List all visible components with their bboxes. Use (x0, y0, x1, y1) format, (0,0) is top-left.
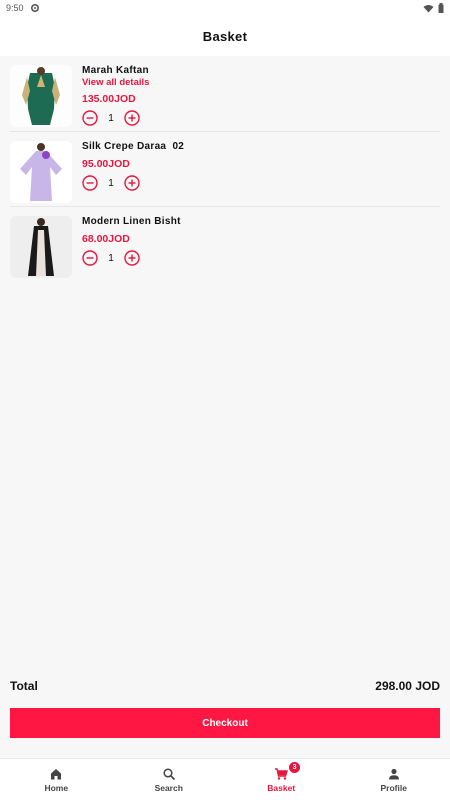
status-time: 9:50 (6, 3, 24, 13)
total-value: 298.00 JOD (375, 679, 440, 693)
item-name: Silk Crepe Daraa 02 (82, 141, 185, 152)
minus-circle-icon[interactable] (82, 250, 98, 266)
nav-home-label: Home (44, 782, 69, 793)
quantity-stepper: 1 (82, 175, 440, 191)
settings-icon (30, 3, 39, 13)
search-icon (163, 767, 175, 780)
cart-icon (275, 767, 289, 780)
wifi-icon (423, 4, 434, 12)
item-name: Marah Kaftan (82, 65, 149, 76)
product-image[interactable] (10, 141, 72, 203)
plus-circle-icon[interactable] (124, 175, 140, 191)
total-row: Total 298.00 JOD (10, 678, 440, 694)
basket-item: Marah Kaftan View all details 135.00JOD … (10, 56, 440, 132)
view-details-link[interactable]: View all details (82, 77, 440, 89)
basket-item: Modern Linen Bisht 68.00JOD 1 (10, 207, 440, 283)
item-price: 68.00JOD (82, 233, 130, 245)
item-info: Silk Crepe Daraa 02 95.00JOD 1 (82, 141, 440, 191)
plus-circle-icon[interactable] (124, 110, 140, 126)
quantity-value: 1 (108, 252, 114, 264)
page-title: Basket (202, 28, 248, 44)
basket-count-badge: 3 (289, 762, 301, 773)
nav-search[interactable]: Search (113, 759, 226, 800)
product-image[interactable] (10, 65, 72, 127)
quantity-stepper: 1 (82, 250, 440, 266)
quantity-stepper: 1 (82, 110, 440, 126)
nav-profile-label: Profile (380, 782, 407, 793)
checkout-button[interactable]: Checkout (10, 708, 440, 738)
nav-basket[interactable]: 3 Basket (225, 759, 338, 800)
item-info: Modern Linen Bisht 68.00JOD 1 (82, 216, 440, 266)
nav-profile[interactable]: Profile (338, 759, 450, 800)
basket-list: Marah Kaftan View all details 135.00JOD … (0, 56, 450, 283)
total-label: Total (10, 679, 38, 693)
basket-item: Silk Crepe Daraa 02 95.00JOD 1 (10, 132, 440, 207)
product-image[interactable] (10, 216, 72, 278)
item-price: 95.00JOD (82, 158, 130, 170)
status-bar: 9:50 (0, 0, 450, 16)
quantity-value: 1 (108, 112, 114, 124)
app-header: Basket (0, 16, 450, 56)
person-icon (388, 768, 399, 779)
item-price: 135.00JOD (82, 93, 136, 105)
bottom-nav: Home Search 3 Basket Profile (0, 758, 450, 800)
minus-circle-icon[interactable] (82, 110, 98, 126)
battery-icon (438, 3, 444, 13)
status-icons (423, 3, 444, 13)
minus-circle-icon[interactable] (82, 175, 98, 191)
home-icon (51, 768, 62, 779)
nav-home[interactable]: Home (0, 759, 113, 800)
plus-circle-icon[interactable] (124, 250, 140, 266)
item-info: Marah Kaftan View all details 135.00JOD … (82, 65, 440, 126)
nav-search-label: Search (154, 782, 183, 793)
quantity-value: 1 (108, 177, 114, 189)
nav-basket-label: Basket (267, 782, 296, 793)
item-name: Modern Linen Bisht (82, 216, 181, 227)
